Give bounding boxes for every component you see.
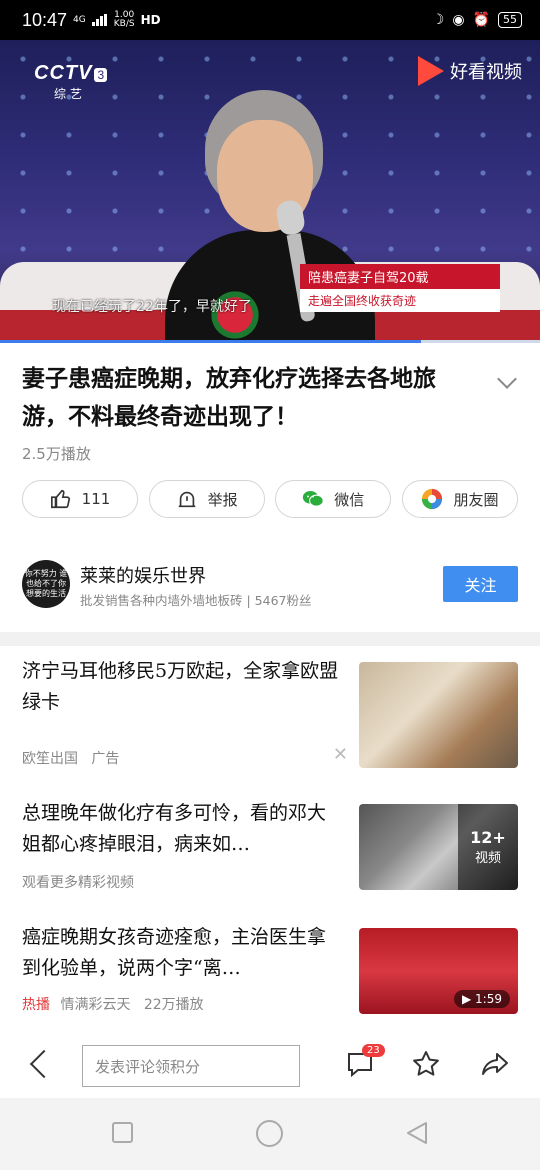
feed-thumbnail: ▶ 1:59	[359, 928, 518, 1014]
hd-icon: HD	[140, 13, 161, 27]
feed-meta: 热播 情满彩云天 22万播放	[22, 994, 204, 1014]
feed-item[interactable]: 癌症晚期女孩奇迹痊愈，主治医生拿到化验单，说两个字“离… 热播 情满彩云天 22…	[22, 922, 518, 1016]
video-count-overlay: 12+ 视频	[458, 804, 518, 890]
feed-thumbnail: 12+ 视频	[359, 804, 518, 890]
feed-title: 济宁马耳他移民5万欧起，全家拿欧盟绿卡	[22, 660, 339, 713]
wechat-label: 微信	[334, 490, 365, 509]
wechat-share-button[interactable]: 微信	[275, 480, 392, 518]
article-title-wrap: 妻子患癌症晚期，放弃化疗选择去各地旅游，不料最终奇迹出现了！	[22, 360, 472, 436]
status-left: 10:47 4G 1.00 KB/S HD	[22, 10, 161, 31]
play-logo-icon	[418, 56, 444, 86]
lock-icon: ◉	[452, 12, 465, 28]
article-title: 妻子患癌症晚期，放弃化疗选择去各地旅游，不料最终奇迹出现了！	[22, 365, 436, 430]
alarm-icon: ⏰	[472, 12, 490, 28]
feed-title: 总理晚年做化疗有多可怜，看的邓大姐都心疼掉眼泪，病来如…	[22, 802, 327, 855]
follow-button[interactable]: 关注	[443, 566, 518, 602]
network-type: 4G	[73, 14, 86, 25]
moments-icon	[421, 488, 443, 510]
moments-share-button[interactable]: 朋友圈	[401, 480, 518, 518]
feed-item[interactable]: 济宁马耳他移民5万欧起，全家拿欧盟绿卡 欧笙出国 广告 ✕	[22, 656, 518, 768]
video-progress-fill	[0, 340, 422, 343]
ad-label: 广告	[91, 751, 120, 767]
author-description: 批发销售各种内墙外墙地板砖 | 5467粉丝	[80, 593, 312, 608]
hot-badge: 热播	[22, 997, 50, 1013]
action-row: 111 举报 微信 朋友圈	[22, 480, 518, 518]
caption-line1: 陪患癌妻子自驾20载	[300, 264, 500, 289]
status-time: 10:47	[22, 9, 68, 30]
network-speed: 1.00 KB/S	[114, 11, 135, 29]
view-count: 2.5万播放	[22, 445, 91, 463]
comment-input[interactable]: 发表评论领积分	[82, 1045, 300, 1087]
avatar[interactable]: 你不努力 谁也给不了你 想要的生活	[22, 560, 70, 608]
channel-logo-text: CCTV	[34, 62, 93, 84]
duration-text: 1:59	[475, 992, 502, 1006]
wechat-icon	[302, 488, 324, 510]
alarm-bell-icon	[176, 488, 198, 510]
signal-icon	[91, 14, 107, 26]
recents-icon[interactable]	[112, 1122, 133, 1143]
moon-icon: ☽	[431, 12, 445, 28]
close-icon[interactable]: ✕	[333, 744, 348, 765]
caption-line2: 走遍全国终收获奇迹	[300, 289, 500, 312]
video-duration: ▶ 1:59	[454, 990, 510, 1008]
video-count-label: 视频	[474, 851, 501, 866]
channel-logo: CCTV 3 综艺	[34, 62, 108, 103]
author-name[interactable]: 莱莱的娱乐世界	[80, 562, 206, 588]
feed-source: 情满彩云天	[60, 997, 131, 1013]
feed-title: 癌症晚期女孩奇迹痊愈，主治医生拿到化验单，说两个字“离…	[22, 926, 327, 979]
video-progress-bar[interactable]	[0, 340, 540, 343]
system-nav-bar	[0, 1098, 540, 1170]
app-brand-name: 好看视频	[450, 62, 522, 83]
like-count: 111	[81, 490, 111, 508]
video-player[interactable]: CCTV 3 综艺 好看视频 陪患癌妻子自驾20载 走遍全国终收获奇迹 现在已经玩…	[0, 40, 540, 342]
comment-placeholder: 发表评论领积分	[95, 1057, 201, 1076]
like-button[interactable]: 111	[22, 480, 138, 518]
status-right: ☽ ◉ ⏰ 55	[432, 12, 522, 28]
back-arrow-icon[interactable]	[29, 1049, 59, 1079]
feed-meta: 观看更多精彩视频	[22, 875, 134, 891]
feed-thumbnail	[359, 662, 518, 768]
app-brand: 好看视频	[418, 56, 522, 86]
share-icon[interactable]	[480, 1050, 510, 1078]
video-count: 12+	[470, 828, 506, 847]
feed-item[interactable]: 总理晚年做化疗有多可怜，看的邓大姐都心疼掉眼泪，病来如… 观看更多精彩视频 12…	[22, 798, 518, 892]
microphone-head	[274, 198, 307, 237]
video-subtitle: 现在已经玩了22年了，早就好了	[52, 299, 252, 315]
status-bar: 10:47 4G 1.00 KB/S HD ☽ ◉ ⏰ 55	[0, 0, 540, 40]
bottom-bar: 发表评论领积分 23	[0, 1040, 540, 1096]
report-label: 举报	[207, 490, 238, 509]
feed-views: 22万播放	[143, 997, 204, 1013]
caption-banner: 陪患癌妻子自驾20载 走遍全国终收获奇迹	[300, 264, 500, 312]
network-speed-unit: KB/S	[113, 19, 135, 29]
report-button[interactable]: 举报	[148, 480, 265, 518]
channel-sub: 综艺	[54, 87, 87, 101]
feed-source: 欧笙出国	[22, 751, 78, 767]
thumbs-up-icon	[50, 488, 72, 510]
battery-icon: 55	[498, 12, 522, 28]
section-divider	[0, 632, 540, 646]
feed-meta: 欧笙出国 广告	[22, 748, 119, 768]
comment-count-badge: 23	[362, 1044, 385, 1057]
author-row: 你不努力 谁也给不了你 想要的生活 莱莱的娱乐世界 批发销售各种内墙外墙地板砖 …	[22, 560, 518, 612]
chevron-down-icon[interactable]	[497, 369, 517, 389]
moments-label: 朋友圈	[453, 490, 499, 509]
home-icon[interactable]	[256, 1120, 283, 1147]
star-icon[interactable]	[412, 1050, 440, 1078]
channel-number: 3	[94, 67, 108, 82]
back-triangle-icon[interactable]	[404, 1120, 430, 1146]
